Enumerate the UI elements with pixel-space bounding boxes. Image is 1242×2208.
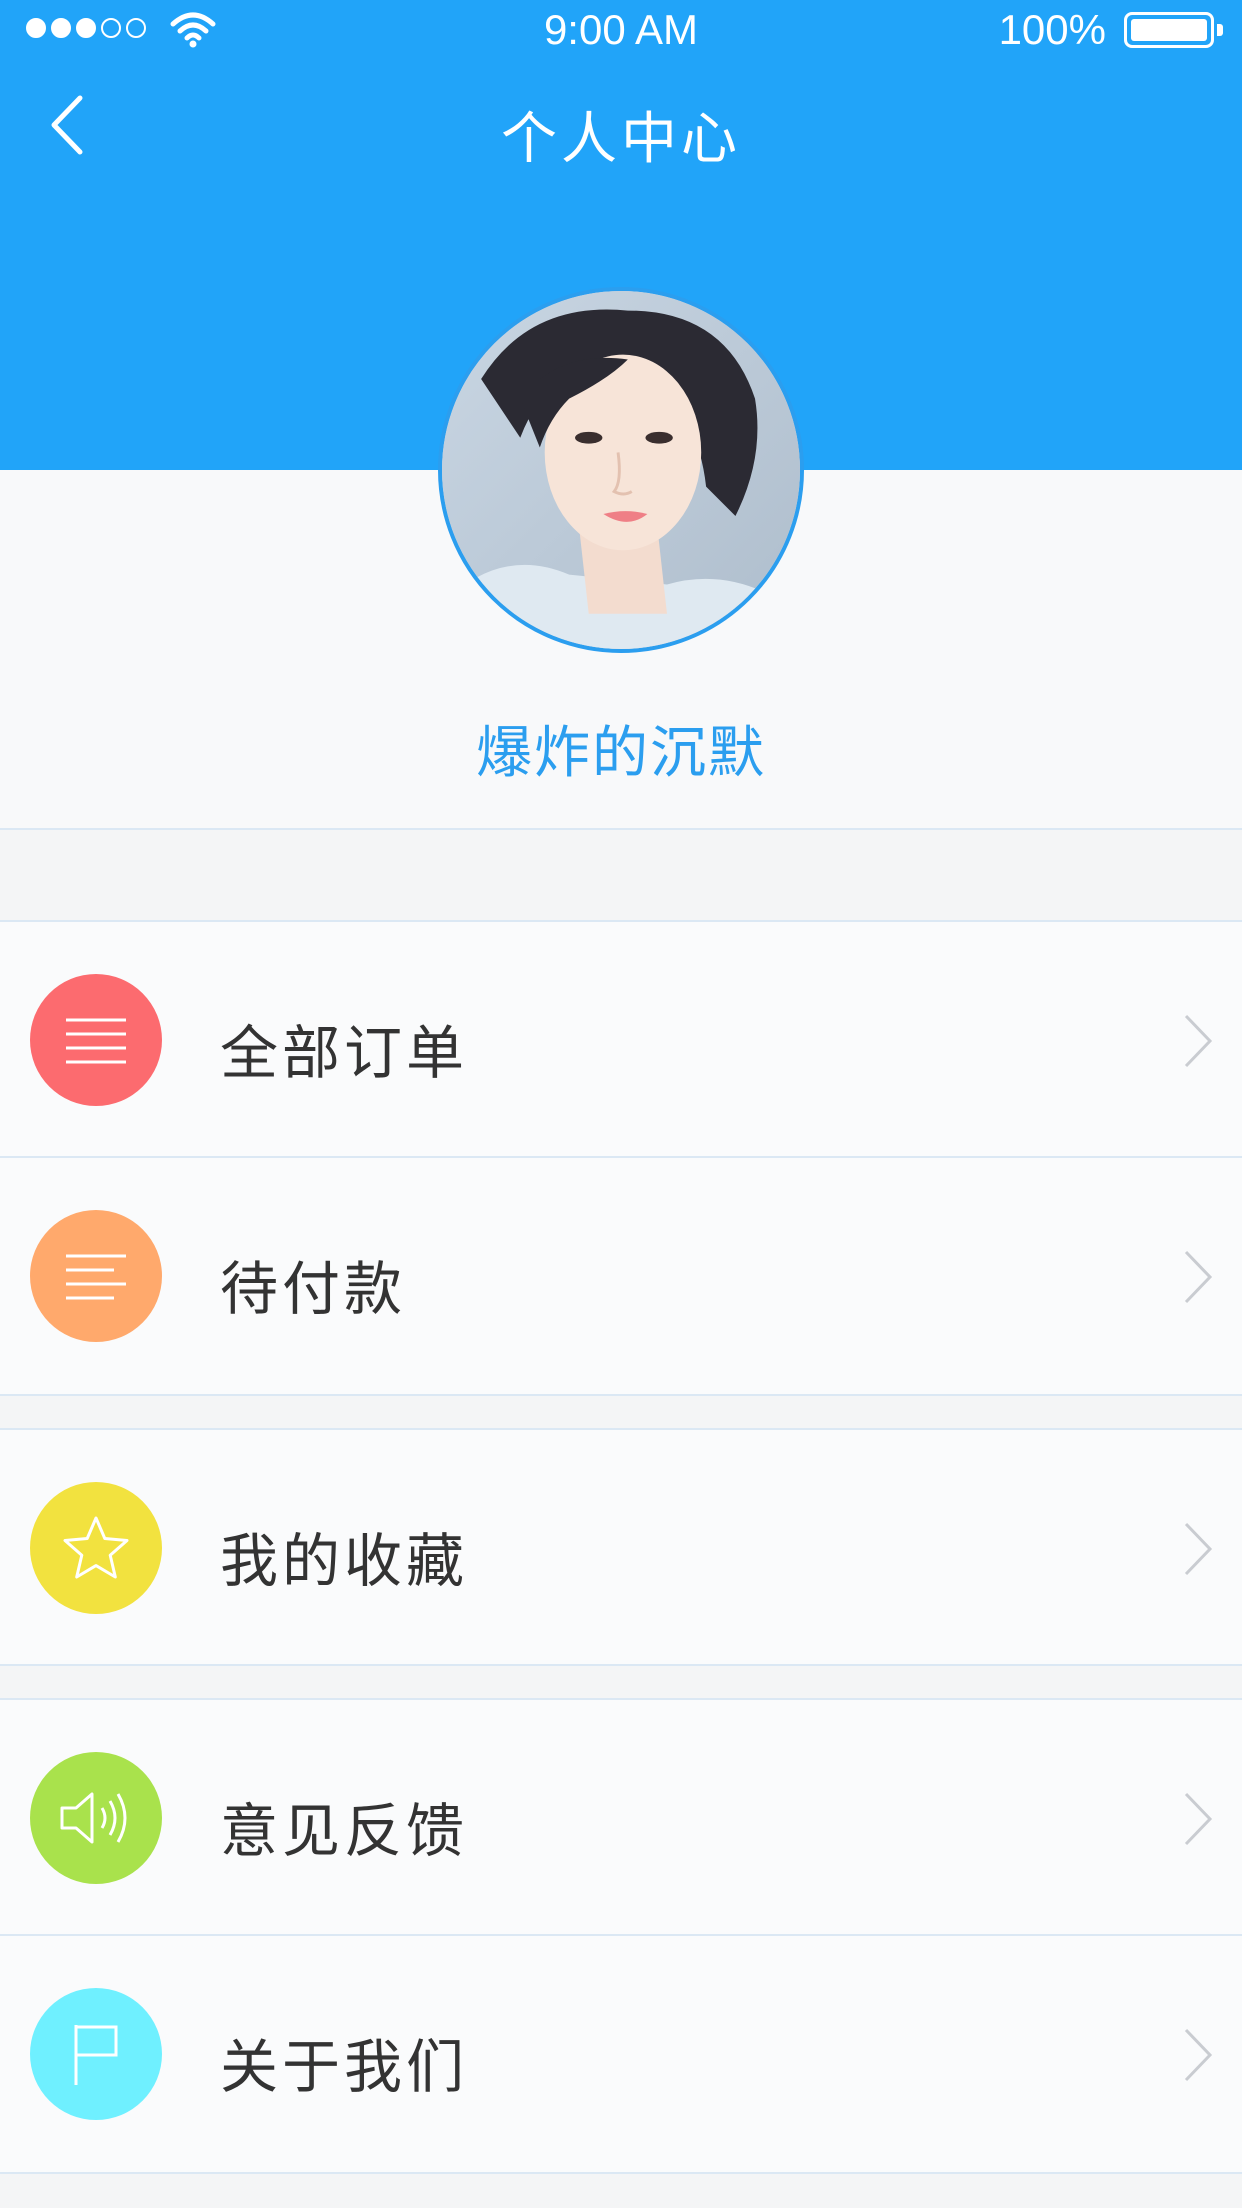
battery-icon	[1124, 12, 1214, 48]
status-bar: 9:00 AM 100%	[0, 0, 1242, 60]
menu-item-label: 关于我们	[220, 2033, 469, 2101]
speaker-icon	[30, 1752, 162, 1884]
menu-item-all-orders[interactable]: 全部订单	[0, 920, 1242, 1158]
chevron-right-icon	[1184, 1250, 1213, 1304]
menu-item-about-us[interactable]: 关于我们	[0, 1936, 1242, 2174]
menu-item-label: 我的收藏	[220, 1527, 469, 1595]
profile-page: 9:00 AM 100% 个人中心 爆炸的沉默 全部订单 待付款 我的收藏 意见…	[0, 0, 1242, 2208]
menu-item-pending-payment[interactable]: 待付款	[0, 1158, 1242, 1396]
chevron-right-icon	[1184, 1792, 1213, 1846]
username: 爆炸的沉默	[476, 721, 766, 786]
chevron-right-icon	[1184, 2028, 1213, 2082]
flag-icon	[30, 1988, 162, 2120]
list-icon	[30, 1210, 162, 1342]
battery-percentage: 100%	[998, 6, 1106, 53]
avatar[interactable]	[438, 287, 804, 653]
page-title: 个人中心	[501, 107, 741, 172]
menu-item-label: 全部订单	[220, 1019, 469, 1087]
menu-item-feedback[interactable]: 意见反馈	[0, 1698, 1242, 1936]
menu-item-favorites[interactable]: 我的收藏	[0, 1428, 1242, 1666]
avatar-photo	[442, 291, 800, 649]
chevron-right-icon	[1184, 1522, 1213, 1576]
menu-item-label: 意见反馈	[220, 1797, 469, 1865]
star-icon	[30, 1482, 162, 1614]
menu-item-label: 待付款	[220, 1255, 407, 1323]
list-icon	[30, 974, 162, 1106]
chevron-right-icon	[1184, 1014, 1213, 1068]
